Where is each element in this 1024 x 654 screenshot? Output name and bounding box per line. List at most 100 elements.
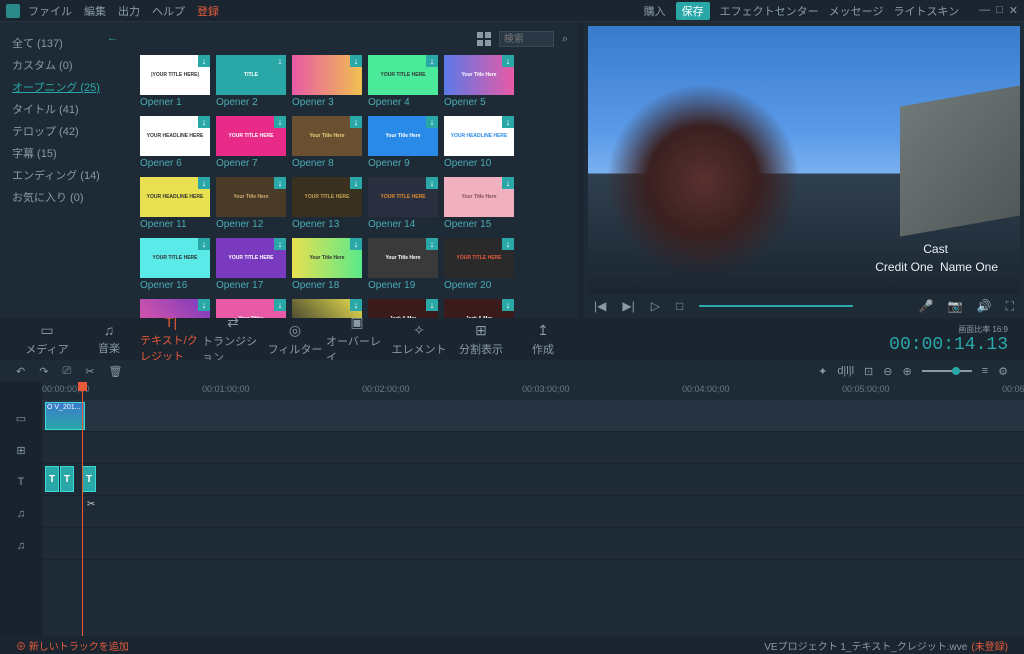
template-label[interactable]: Opener 18 — [292, 280, 362, 291]
sidebar-category[interactable]: 字幕 (15) — [12, 142, 118, 164]
search-icon[interactable]: ⌕ — [562, 33, 568, 46]
menu-register[interactable]: 登録 — [197, 3, 219, 19]
template-thumbnail[interactable]: Jack & Mar↓ — [444, 299, 514, 318]
template-label[interactable]: Opener 20 — [444, 280, 514, 291]
window-minimize-icon[interactable]: — — [979, 4, 990, 17]
track-audio1[interactable]: ✂ — [42, 496, 1024, 528]
template-thumbnail[interactable]: Your Title Here↓ — [216, 177, 286, 217]
template-thumbnail[interactable]: Your Title Here↓ — [444, 55, 514, 95]
preview-progress[interactable] — [699, 305, 853, 307]
template-label[interactable]: Opener 15 — [444, 219, 514, 230]
template-thumbnail[interactable]: YOUR TITLE HERE↓ — [216, 116, 286, 156]
download-icon[interactable]: ↓ — [426, 177, 438, 189]
tool-tab[interactable]: ♫音楽 — [78, 322, 140, 356]
fullscreen-icon[interactable]: ⛶ — [1006, 299, 1014, 314]
zoom-slider[interactable] — [922, 370, 972, 372]
menu-file[interactable]: ファイル — [28, 3, 72, 19]
menu-save[interactable]: 保存 — [676, 2, 710, 20]
template-thumbnail[interactable]: ↓ — [140, 299, 210, 318]
track-head-overlay[interactable]: ⊞ — [0, 434, 42, 466]
download-icon[interactable]: ↓ — [502, 238, 514, 250]
split-icon[interactable]: ✂ — [87, 499, 95, 510]
download-icon[interactable]: ↓ — [198, 116, 210, 128]
download-icon[interactable]: ↓ — [426, 55, 438, 67]
timeline-ruler[interactable]: 00:00:00;0000:01:00;0000:02:00;0000:03:0… — [42, 382, 1024, 400]
cut-icon[interactable]: ✂ — [85, 365, 94, 378]
template-label[interactable]: Opener 19 — [368, 280, 438, 291]
template-label[interactable]: Opener 2 — [216, 97, 286, 108]
view-grid-icon[interactable] — [477, 32, 491, 46]
sidebar-category[interactable]: カスタム (0) — [12, 54, 118, 76]
tool-tab[interactable]: ⇄トランジション — [202, 314, 264, 365]
download-icon[interactable]: ↓ — [350, 299, 362, 311]
template-label[interactable]: Opener 9 — [368, 158, 438, 169]
play-icon[interactable]: ▷ — [651, 299, 660, 313]
template-thumbnail[interactable]: |YOUR TITLE HERE|↓ — [140, 55, 210, 95]
zoom-out-icon[interactable]: ⊖ — [883, 365, 892, 378]
track-head-title[interactable]: T — [0, 466, 42, 498]
template-thumbnail[interactable]: YOUR HEADLINE HERE↓ — [444, 116, 514, 156]
sidebar-back-icon[interactable]: ← — [107, 32, 118, 44]
sidebar-category[interactable]: エンディング (14) — [12, 164, 118, 186]
download-icon[interactable]: ↓ — [274, 116, 286, 128]
template-thumbnail[interactable]: Jack & Mar↓ — [368, 299, 438, 318]
download-icon[interactable]: ↓ — [274, 299, 286, 311]
template-thumbnail[interactable]: YOUR TITLE HERE↓ — [292, 177, 362, 217]
template-thumbnail[interactable]: Your Title Here↓ — [292, 238, 362, 278]
video-clip[interactable]: O V_201... — [45, 402, 85, 430]
menu-message[interactable]: メッセージ — [829, 3, 884, 19]
template-thumbnail[interactable]: Your Title Here↓ — [368, 116, 438, 156]
download-icon[interactable]: ↓ — [198, 238, 210, 250]
template-label[interactable]: Opener 10 — [444, 158, 514, 169]
download-icon[interactable]: ↓ — [274, 55, 286, 67]
sidebar-category[interactable]: お気に入り (0) — [12, 186, 118, 208]
track-head-video[interactable]: ▭ — [0, 402, 42, 434]
camera-icon[interactable]: 📷 — [948, 299, 963, 314]
marker-icon[interactable]: ✦ — [818, 365, 827, 378]
template-label[interactable]: Opener 4 — [368, 97, 438, 108]
download-icon[interactable]: ↓ — [426, 116, 438, 128]
tool-tab[interactable]: ▭メディア — [16, 322, 78, 357]
download-icon[interactable]: ↓ — [350, 55, 362, 67]
prev-frame-icon[interactable]: |◀ — [594, 299, 606, 313]
settings-icon[interactable]: ⚙ — [998, 365, 1008, 378]
menu-output[interactable]: 出力 — [118, 3, 140, 19]
template-thumbnail[interactable]: YOUR TITLE HERE↓ — [444, 238, 514, 278]
redo-icon[interactable]: ↷ — [39, 365, 48, 378]
template-label[interactable]: Opener 11 — [140, 219, 210, 230]
template-label[interactable]: Opener 14 — [368, 219, 438, 230]
menu-effects-center[interactable]: エフェクトセンター — [720, 3, 819, 19]
sidebar-category[interactable]: タイトル (41) — [12, 98, 118, 120]
menu-light-skin[interactable]: ライトスキン — [893, 3, 959, 19]
record-icon[interactable]: ⊡ — [864, 365, 873, 378]
tool-tab[interactable]: ✧エレメント — [388, 322, 450, 357]
menu-purchase[interactable]: 購入 — [644, 3, 666, 19]
track-overlay[interactable] — [42, 432, 1024, 464]
sidebar-category[interactable]: 全て (137) — [12, 32, 118, 54]
download-icon[interactable]: ↓ — [274, 238, 286, 250]
playhead[interactable] — [82, 382, 83, 636]
title-clip-2[interactable]: T — [60, 466, 74, 492]
volume-icon[interactable]: 🔊 — [977, 299, 992, 314]
template-label[interactable]: Opener 1 — [140, 97, 210, 108]
add-track-button[interactable]: ⊕ 新しいトラックを追加 — [16, 638, 129, 653]
template-label[interactable]: Opener 16 — [140, 280, 210, 291]
template-label[interactable]: Opener 13 — [292, 219, 362, 230]
template-thumbnail[interactable]: YOUR TITLE HERE↓ — [368, 177, 438, 217]
template-thumbnail[interactable]: ↓ — [292, 55, 362, 95]
template-label[interactable]: Opener 5 — [444, 97, 514, 108]
window-close-icon[interactable]: ✕ — [1009, 4, 1018, 17]
template-label[interactable]: Opener 17 — [216, 280, 286, 291]
template-thumbnail[interactable]: Your Title Here↓ — [444, 177, 514, 217]
download-icon[interactable]: ↓ — [198, 177, 210, 189]
download-icon[interactable]: ↓ — [198, 55, 210, 67]
delete-icon[interactable]: ⎚ — [62, 365, 71, 378]
tool-tab[interactable]: T|テキスト/クレジット — [140, 314, 202, 364]
template-thumbnail[interactable]: Your Titles↓ — [216, 299, 286, 318]
list-view-icon[interactable]: ≡ — [982, 365, 988, 377]
stop-icon[interactable]: □ — [676, 299, 683, 313]
download-icon[interactable]: ↓ — [198, 299, 210, 311]
sidebar-category[interactable]: オープニング (25) — [12, 76, 118, 98]
template-label[interactable]: Opener 7 — [216, 158, 286, 169]
title-clip-3[interactable]: T — [82, 466, 96, 492]
